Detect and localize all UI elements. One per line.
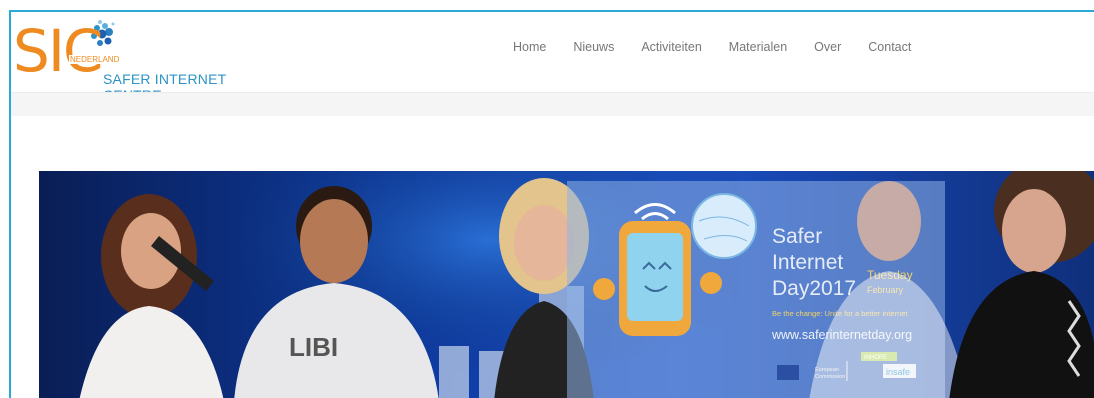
poster-line1: Safer [772,225,822,248]
nav-item-activiteiten[interactable]: Activiteiten [641,40,701,54]
logo-country: NEDERLAND [69,55,121,64]
nav-item-materialen[interactable]: Materialen [729,40,787,54]
site-logo[interactable]: SIC NEDERLAND SAFER INTERNET CENTRE [11,17,271,103]
nav-item-home[interactable]: Home [513,40,546,54]
hero-photo: LIBI Safer Internet Day2017 Be the chang… [39,171,1094,398]
nav-item-contact[interactable]: Contact [868,40,911,54]
hero-illustration: LIBI Safer Internet Day2017 Be the chang… [39,171,1094,398]
nav-item-nieuws[interactable]: Nieuws [573,40,614,54]
poster-line3: Day2017 [772,277,856,300]
shirt-text: LIBI [289,332,338,362]
logo-mark: SIC [13,17,103,85]
main-nav: Home Nieuws Activiteiten Materialen Over… [513,40,938,54]
site-header: SIC NEDERLAND SAFER INTERNET CENTRE Home… [11,12,1094,103]
poster-line2: Internet [772,251,843,274]
page-frame: SIC NEDERLAND SAFER INTERNET CENTRE Home… [9,10,1094,398]
breadcrumb-band [11,92,1094,116]
nav-item-over[interactable]: Over [814,40,841,54]
